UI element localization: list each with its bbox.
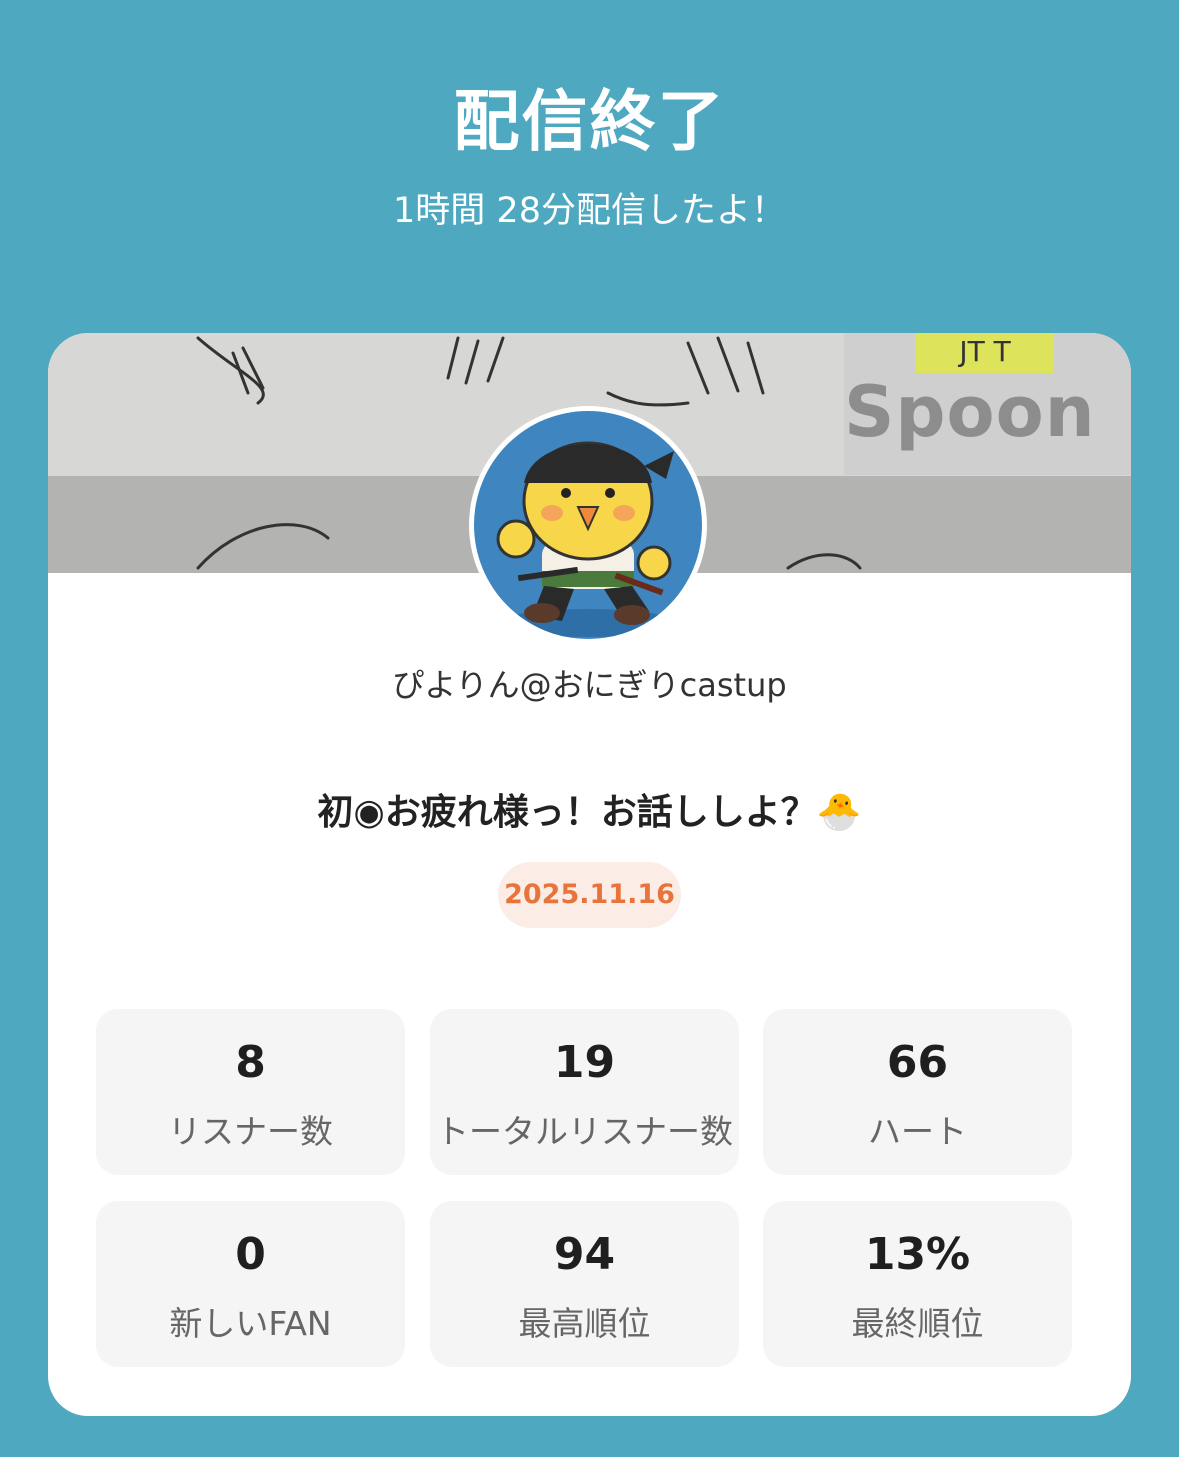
live-title: 初◉お疲れ様っ！お話ししよ？🐣 [317, 792, 862, 833]
stat-value: 8 [235, 1037, 266, 1088]
logo-tag: JT T [916, 333, 1054, 373]
spoon-logo: Spoon [844, 371, 1096, 453]
chick-pirate-avatar-icon [474, 411, 702, 639]
stat-value: 66 [886, 1037, 949, 1088]
stat-label: 最終順位 [851, 1304, 984, 1343]
stat-listeners: 8 リスナー数 [96, 1009, 405, 1175]
stat-total-listeners: 19 トータルリスナー数 [430, 1009, 739, 1175]
stat-final-rank: 13% 最終順位 [763, 1201, 1072, 1367]
avatar[interactable] [469, 406, 707, 644]
stat-label: 新しいFAN [169, 1304, 332, 1343]
live-summary-card: JT T Spoon ぴよりん@おにぎりcastup 初◉お疲れ様っ！お話ししよ… [48, 333, 1131, 1416]
stat-new-fans: 0 新しいFAN [96, 1201, 405, 1367]
stat-value: 0 [235, 1229, 266, 1280]
stat-value: 94 [553, 1229, 616, 1280]
stat-label: トータルリスナー数 [436, 1112, 733, 1151]
stat-label: 最高順位 [518, 1304, 651, 1343]
spoon-logo-area: JT T Spoon [844, 333, 1131, 475]
stat-highest-rank: 94 最高順位 [430, 1201, 739, 1367]
date-badge: 2025.11.16 [498, 862, 681, 928]
stat-value: 19 [553, 1037, 616, 1088]
broadcast-duration: 1時間 28分配信したよ！ [393, 191, 786, 231]
stat-label: ハート [868, 1112, 967, 1151]
stat-label: リスナー数 [168, 1112, 333, 1151]
page-title: 配信終了 [453, 83, 726, 160]
stat-hearts: 66 ハート [763, 1009, 1072, 1175]
stat-value: 13% [864, 1229, 971, 1280]
username: ぴよりん@おにぎりcastup [392, 666, 787, 704]
